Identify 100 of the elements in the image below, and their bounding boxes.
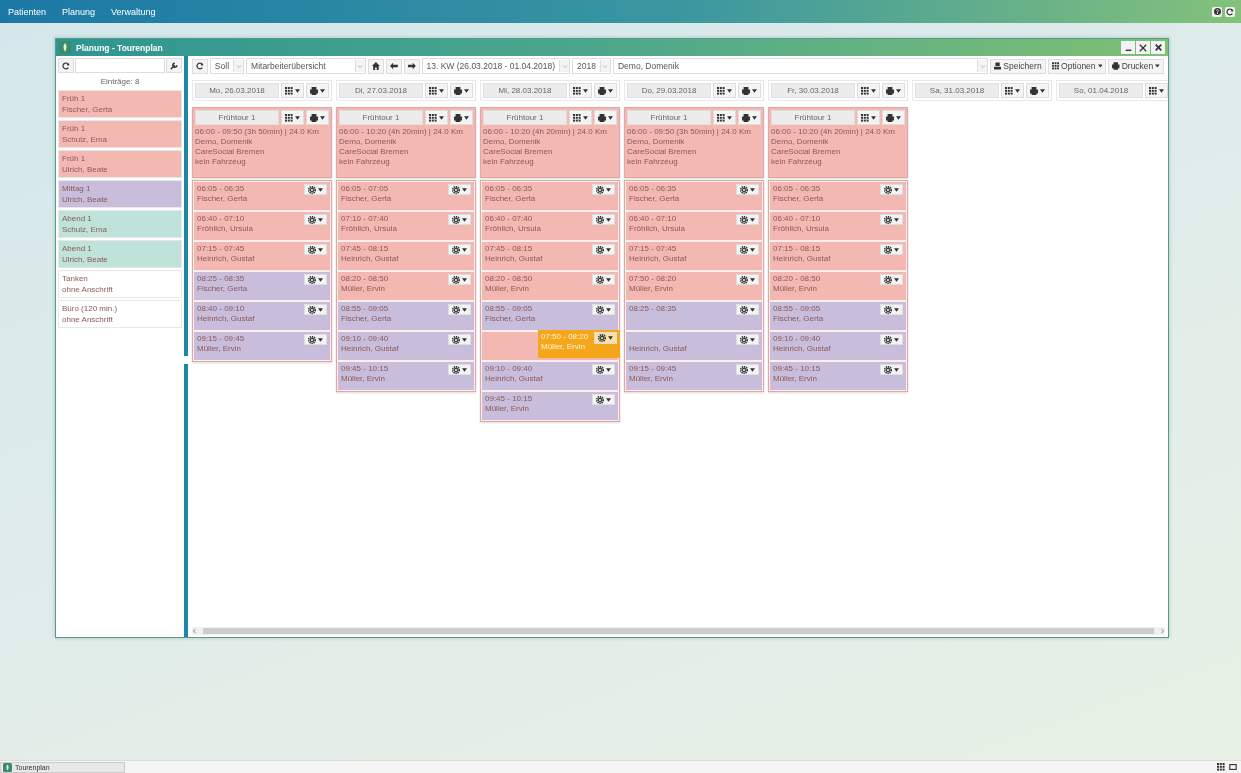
grid-menu-button[interactable] — [1001, 83, 1024, 98]
visit-menu-button[interactable] — [592, 364, 615, 375]
visit-menu-button[interactable] — [736, 214, 759, 225]
print-menu-button[interactable] — [306, 83, 329, 98]
visit-menu-button[interactable] — [448, 304, 471, 315]
visit-menu-button[interactable] — [880, 364, 903, 375]
week-select[interactable]: 13. KW (26.03.2018 - 01.04.2018) — [421, 58, 571, 74]
refresh-button[interactable] — [192, 58, 208, 74]
visit-menu-button[interactable] — [592, 394, 615, 405]
visit-card[interactable]: 06:05 - 06:35 Fischer, Gerta — [626, 182, 762, 210]
grid-menu-button[interactable] — [425, 110, 448, 125]
tour-button[interactable]: Frühtour 1 — [771, 110, 855, 125]
visit-menu-button[interactable] — [880, 334, 903, 345]
date-button[interactable]: Sa, 31.03.2018 — [915, 83, 999, 98]
visit-menu-button[interactable] — [736, 244, 759, 255]
visit-menu-button[interactable] — [736, 304, 759, 315]
print-menu-button[interactable] — [594, 83, 617, 98]
grid-menu-button[interactable] — [425, 83, 448, 98]
visit-menu-button[interactable] — [880, 274, 903, 285]
date-button[interactable]: Di, 27.03.2018 — [339, 83, 423, 98]
visit-card[interactable]: 08:40 - 09:10 Heinrich, Gustaf — [194, 302, 330, 330]
grid-menu-button[interactable] — [569, 110, 592, 125]
visit-card[interactable]: 09:15 - 09:45 Müller, Ervin — [626, 362, 762, 390]
visit-menu-button[interactable] — [448, 274, 471, 285]
visit-card[interactable]: 09:15 - 09:45 Müller, Ervin — [194, 332, 330, 360]
shift-item[interactable]: Früh 1 Ulrich, Beate — [58, 150, 182, 178]
visit-menu-button[interactable] — [592, 274, 615, 285]
visit-menu-button[interactable] — [736, 274, 759, 285]
grid-menu-button[interactable] — [713, 83, 736, 98]
grid-menu-button[interactable] — [713, 110, 736, 125]
visit-card[interactable]: 08:20 - 08:50 Müller, Ervin — [770, 272, 906, 300]
visit-card[interactable]: 07:15 - 08:15 Heinrich, Gustaf — [770, 242, 906, 270]
visit-menu-button[interactable] — [880, 184, 903, 195]
print-menu-button[interactable] — [1026, 83, 1049, 98]
print-menu-button[interactable] — [594, 110, 617, 125]
employee-select[interactable]: Demo, Domenik — [612, 58, 989, 74]
visit-card[interactable]: 08:55 - 09:05 Fischer, Gerta — [482, 302, 618, 330]
print-menu-button[interactable] — [306, 110, 329, 125]
settings-button[interactable] — [166, 58, 182, 73]
visit-card[interactable]: Heinrich, Gustaf — [626, 332, 762, 360]
tour-button[interactable]: Frühtour 1 — [627, 110, 711, 125]
visit-menu-button[interactable] — [594, 332, 617, 344]
visit-menu-button[interactable] — [448, 214, 471, 225]
visit-card[interactable]: 07:45 - 08:15 Heinrich, Gustaf — [482, 242, 618, 270]
horizontal-scrollbar[interactable] — [192, 627, 1165, 635]
reload-button[interactable] — [1225, 6, 1235, 17]
tour-button[interactable]: Frühtour 1 — [195, 110, 279, 125]
print-menu-button[interactable] — [882, 110, 905, 125]
next-week-button[interactable] — [403, 58, 420, 74]
close-button[interactable] — [1151, 41, 1165, 54]
minimize-button[interactable] — [1121, 41, 1135, 54]
visit-card[interactable]: 06:40 - 07:10 Fröhlich, Ursula — [194, 212, 330, 240]
print-menu-button[interactable] — [738, 110, 761, 125]
refresh-button[interactable] — [58, 58, 74, 73]
visit-card[interactable]: 09:10 - 09:40 Heinrich, Gustaf — [770, 332, 906, 360]
year-select[interactable]: 2018 — [572, 58, 611, 74]
visit-menu-button[interactable] — [304, 274, 327, 285]
help-icon[interactable] — [1212, 6, 1222, 17]
visit-card[interactable]: 06:05 - 07:05 Fischer, Gerta — [338, 182, 474, 210]
visit-card[interactable]: 06:05 - 06:35 Fischer, Gerta — [482, 182, 618, 210]
visit-menu-button[interactable] — [736, 334, 759, 345]
mode-select[interactable]: Soll — [209, 58, 245, 74]
visit-menu-button[interactable] — [448, 334, 471, 345]
visit-card[interactable]: 06:40 - 07:40 Fröhlich, Ursula — [482, 212, 618, 240]
grid-menu-button[interactable] — [281, 110, 304, 125]
print-button[interactable]: Drucken — [1108, 58, 1164, 74]
visit-menu-button[interactable] — [880, 304, 903, 315]
print-menu-button[interactable] — [738, 83, 761, 98]
tour-button[interactable]: Frühtour 1 — [339, 110, 423, 125]
visit-card[interactable]: 09:45 - 10:15 Müller, Ervin — [338, 362, 474, 390]
visit-menu-button[interactable] — [304, 304, 327, 315]
nav-link[interactable]: Planung — [62, 6, 96, 17]
previous-week-button[interactable] — [385, 58, 402, 74]
save-button[interactable]: Speichern — [990, 58, 1046, 74]
visit-card[interactable]: 08:25 - 08:35 — [626, 302, 762, 330]
visit-menu-button[interactable] — [880, 214, 903, 225]
visit-card[interactable]: 06:40 - 07:10 Fröhlich, Ursula — [626, 212, 762, 240]
visit-card[interactable]: 07:50 - 08:20 Müller, Ervin — [626, 272, 762, 300]
shift-item[interactable]: Mittag 1 Ulrich, Beate — [58, 180, 182, 208]
grid-menu-button[interactable] — [281, 83, 304, 98]
date-button[interactable]: Mi, 28.03.2018 — [483, 83, 567, 98]
visit-menu-button[interactable] — [880, 244, 903, 255]
shift-item[interactable]: Tanken ohne Anschrift — [58, 270, 182, 298]
visit-card[interactable]: 07:15 - 07:45 Heinrich, Gustaf — [194, 242, 330, 270]
shift-item[interactable]: Früh 1 Fischer, Gerta — [58, 90, 182, 118]
visit-card[interactable]: 09:45 - 10:15 Müller, Ervin — [770, 362, 906, 390]
print-menu-button[interactable] — [882, 83, 905, 98]
visit-menu-button[interactable] — [304, 244, 327, 255]
print-menu-button[interactable] — [450, 83, 473, 98]
visit-card[interactable]: 07:45 - 08:15 Heinrich, Gustaf — [338, 242, 474, 270]
visit-menu-button[interactable] — [448, 364, 471, 375]
options-button[interactable]: Optionen — [1047, 58, 1107, 74]
shift-item[interactable]: Früh 1 Schulz, Ema — [58, 120, 182, 148]
visit-menu-button[interactable] — [448, 244, 471, 255]
visit-card[interactable]: 09:10 - 09:40 Heinrich, Gustaf — [482, 362, 618, 390]
visit-card[interactable]: 06:05 - 06:35 Fischer, Gerta — [770, 182, 906, 210]
nav-link[interactable]: Patienten — [8, 6, 47, 17]
grid-menu-button[interactable] — [857, 83, 880, 98]
visit-card[interactable]: 08:55 - 09:05 Fischer, Gerta — [338, 302, 474, 330]
visit-card[interactable]: 06:40 - 07:10 Fröhlich, Ursula — [770, 212, 906, 240]
